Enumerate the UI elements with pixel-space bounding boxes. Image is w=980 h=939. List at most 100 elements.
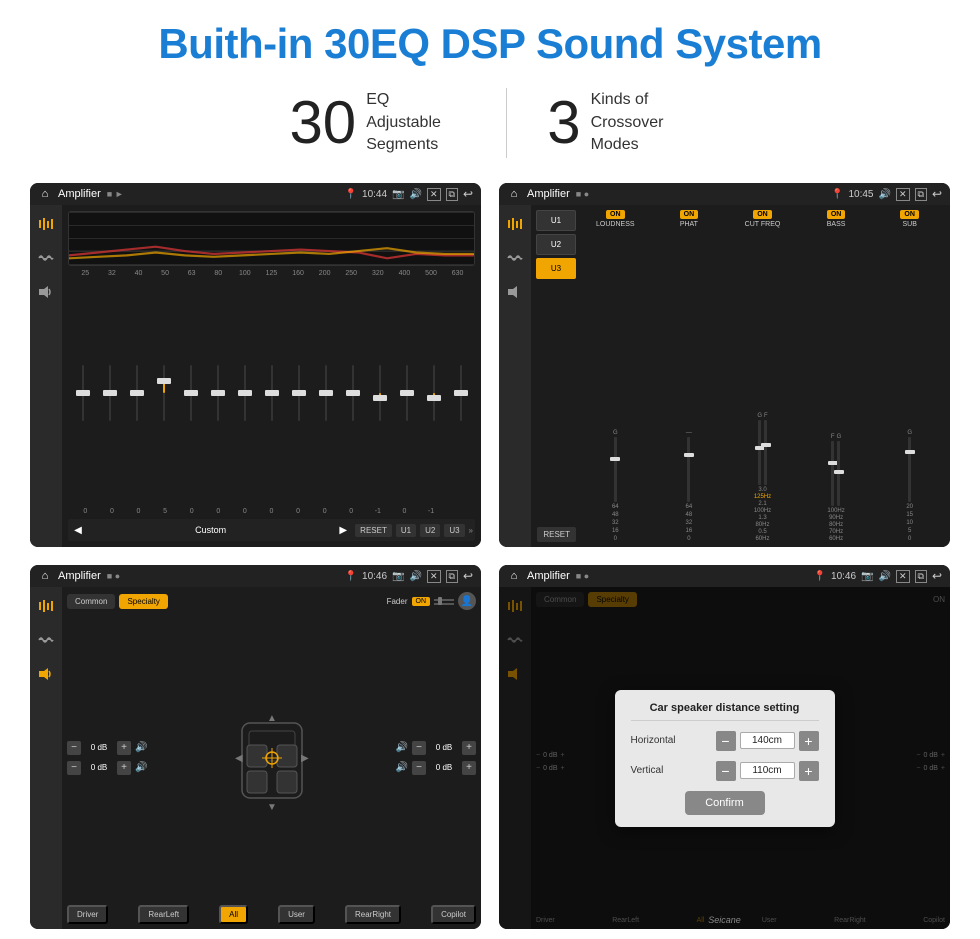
screen-crossover: ⌂ Amplifier ■ ● 📍 10:45 🔊 ✕ ⧉ ↩ <box>499 183 950 547</box>
rear-right-btn[interactable]: RearRight <box>345 905 401 924</box>
user-btn[interactable]: User <box>278 905 315 924</box>
fader-on[interactable]: ON <box>412 597 431 606</box>
vol-plus-rl[interactable]: + <box>117 761 131 775</box>
eq-slider-12[interactable] <box>394 358 419 428</box>
vertical-plus[interactable]: + <box>799 761 819 781</box>
window-icon-dialog[interactable]: ⧉ <box>915 570 927 583</box>
window-icon-specialty[interactable]: ⧉ <box>446 570 458 583</box>
eq-slider-7[interactable] <box>259 358 284 428</box>
vertical-minus[interactable]: − <box>716 761 736 781</box>
vol-value-fl: 0 dB <box>85 743 113 752</box>
eq-slider-0[interactable] <box>70 358 95 428</box>
home-icon-dialog[interactable]: ⌂ <box>507 569 521 583</box>
horizontal-plus[interactable]: + <box>799 731 819 751</box>
eq-icon-crossover[interactable] <box>504 213 526 235</box>
reset-btn-eq[interactable]: RESET <box>355 524 392 537</box>
vol-plus-rr[interactable]: + <box>462 761 476 775</box>
speaker-icon-crossover[interactable] <box>504 281 526 303</box>
sub-on[interactable]: ON <box>900 210 919 219</box>
eq-freq-labels: 25 32 40 50 63 80 100 125 160 200 250 32… <box>68 270 475 277</box>
vol-minus-fl[interactable]: − <box>67 741 81 755</box>
home-icon-crossover[interactable]: ⌂ <box>507 187 521 201</box>
crossover-icons: ■ ● <box>576 189 589 199</box>
speaker-icon-specialty[interactable] <box>35 663 57 685</box>
speaker-icon-left[interactable] <box>35 281 57 303</box>
eq-icon-active[interactable] <box>35 213 57 235</box>
eq-slider-14[interactable] <box>448 358 473 428</box>
rear-left-btn[interactable]: RearLeft <box>138 905 189 924</box>
window-icon-crossover[interactable]: ⧉ <box>915 188 927 201</box>
reset-crossover[interactable]: RESET <box>537 527 576 542</box>
back-icon-eq[interactable]: ↩ <box>463 187 473 201</box>
dialog-horizontal-row: Horizontal − 140cm + <box>631 731 819 751</box>
u2-btn[interactable]: U2 <box>420 524 440 537</box>
svg-text:▼: ▼ <box>267 802 277 813</box>
expand-icon[interactable]: » <box>469 526 473 535</box>
x-icon-specialty[interactable]: ✕ <box>427 570 441 583</box>
eq-slider-1[interactable] <box>97 358 122 428</box>
confirm-button[interactable]: Confirm <box>685 791 765 815</box>
horizontal-stepper: − 140cm + <box>716 731 819 751</box>
eq-slider-4[interactable] <box>178 358 203 428</box>
x-icon-crossover[interactable]: ✕ <box>896 188 910 201</box>
loudness-on[interactable]: ON <box>606 210 625 219</box>
vol-row-fl: − 0 dB + 🔊 <box>67 741 147 755</box>
vol-minus-rr[interactable]: − <box>412 761 426 775</box>
profile-icon[interactable]: 👤 <box>458 592 476 610</box>
status-bar-specialty: ⌂ Amplifier ■ ● 📍 10:46 📷 🔊 ✕ ⧉ ↩ <box>30 565 481 587</box>
all-btn[interactable]: All <box>219 905 248 924</box>
home-icon-specialty[interactable]: ⌂ <box>38 569 52 583</box>
u3-crossover[interactable]: U3 <box>536 258 576 279</box>
status-bar-dialog: ⌂ Amplifier ■ ● 📍 10:46 📷 🔊 ✕ ⧉ ↩ <box>499 565 950 587</box>
eq-main: 25 32 40 50 63 80 100 125 160 200 250 32… <box>62 205 481 547</box>
status-left-dialog: ⌂ Amplifier ■ ● <box>507 569 589 583</box>
eq-icon-specialty[interactable] <box>35 595 57 617</box>
driver-btn[interactable]: Driver <box>67 905 108 924</box>
home-icon[interactable]: ⌂ <box>38 187 52 201</box>
specialty-tab[interactable]: Specialty <box>119 594 167 609</box>
wave-icon-specialty[interactable] <box>35 629 57 651</box>
next-btn[interactable]: ▶ <box>335 522 351 538</box>
eq-slider-5[interactable] <box>205 358 230 428</box>
back-icon-dialog[interactable]: ↩ <box>932 569 942 583</box>
eq-slider-3[interactable] <box>151 358 176 428</box>
wave-icon-crossover[interactable] <box>504 247 526 269</box>
vol-minus-fr[interactable]: − <box>412 741 426 755</box>
eq-slider-13[interactable] <box>421 358 446 428</box>
location-icon-specialty: 📍 <box>345 571 357 582</box>
stat-crossover: 3 Kinds of Crossover Modes <box>507 89 730 156</box>
prev-btn[interactable]: ◀ <box>70 522 86 538</box>
eq-slider-8[interactable] <box>286 358 311 428</box>
vol-plus-fr[interactable]: + <box>462 741 476 755</box>
status-right-dialog: 📍 10:46 📷 🔊 ✕ ⧉ ↩ <box>814 569 942 583</box>
vol-plus-fl[interactable]: + <box>117 741 131 755</box>
wave-icon[interactable] <box>35 247 57 269</box>
crossover-side-icons <box>499 205 531 547</box>
x-icon-dialog[interactable]: ✕ <box>896 570 910 583</box>
u3-btn[interactable]: U3 <box>444 524 464 537</box>
bass-on[interactable]: ON <box>827 210 846 219</box>
cutfreq-on[interactable]: ON <box>753 210 772 219</box>
eq-slider-2[interactable] <box>124 358 149 428</box>
eq-slider-10[interactable] <box>340 358 365 428</box>
phat-on[interactable]: ON <box>680 210 699 219</box>
back-icon-specialty[interactable]: ↩ <box>463 569 473 583</box>
vol-value-fr: 0 dB <box>430 743 458 752</box>
vol-value-rl: 0 dB <box>85 763 113 772</box>
loudness-slider-g[interactable]: G <box>613 430 618 502</box>
back-icon-crossover[interactable]: ↩ <box>932 187 942 201</box>
u2-crossover[interactable]: U2 <box>536 234 576 255</box>
common-tab[interactable]: Common <box>67 594 115 609</box>
u1-btn[interactable]: U1 <box>396 524 416 537</box>
u1-crossover[interactable]: U1 <box>536 210 576 231</box>
eq-slider-6[interactable] <box>232 358 257 428</box>
copilot-btn[interactable]: Copilot <box>431 905 476 924</box>
x-icon-eq[interactable]: ✕ <box>427 188 441 201</box>
sub-name: SUB <box>902 221 916 228</box>
stat-eq-number: 30 <box>289 93 356 153</box>
horizontal-minus[interactable]: − <box>716 731 736 751</box>
eq-slider-9[interactable] <box>313 358 338 428</box>
vol-minus-rl[interactable]: − <box>67 761 81 775</box>
window-icon-eq[interactable]: ⧉ <box>446 188 458 201</box>
eq-slider-11[interactable] <box>367 358 392 428</box>
